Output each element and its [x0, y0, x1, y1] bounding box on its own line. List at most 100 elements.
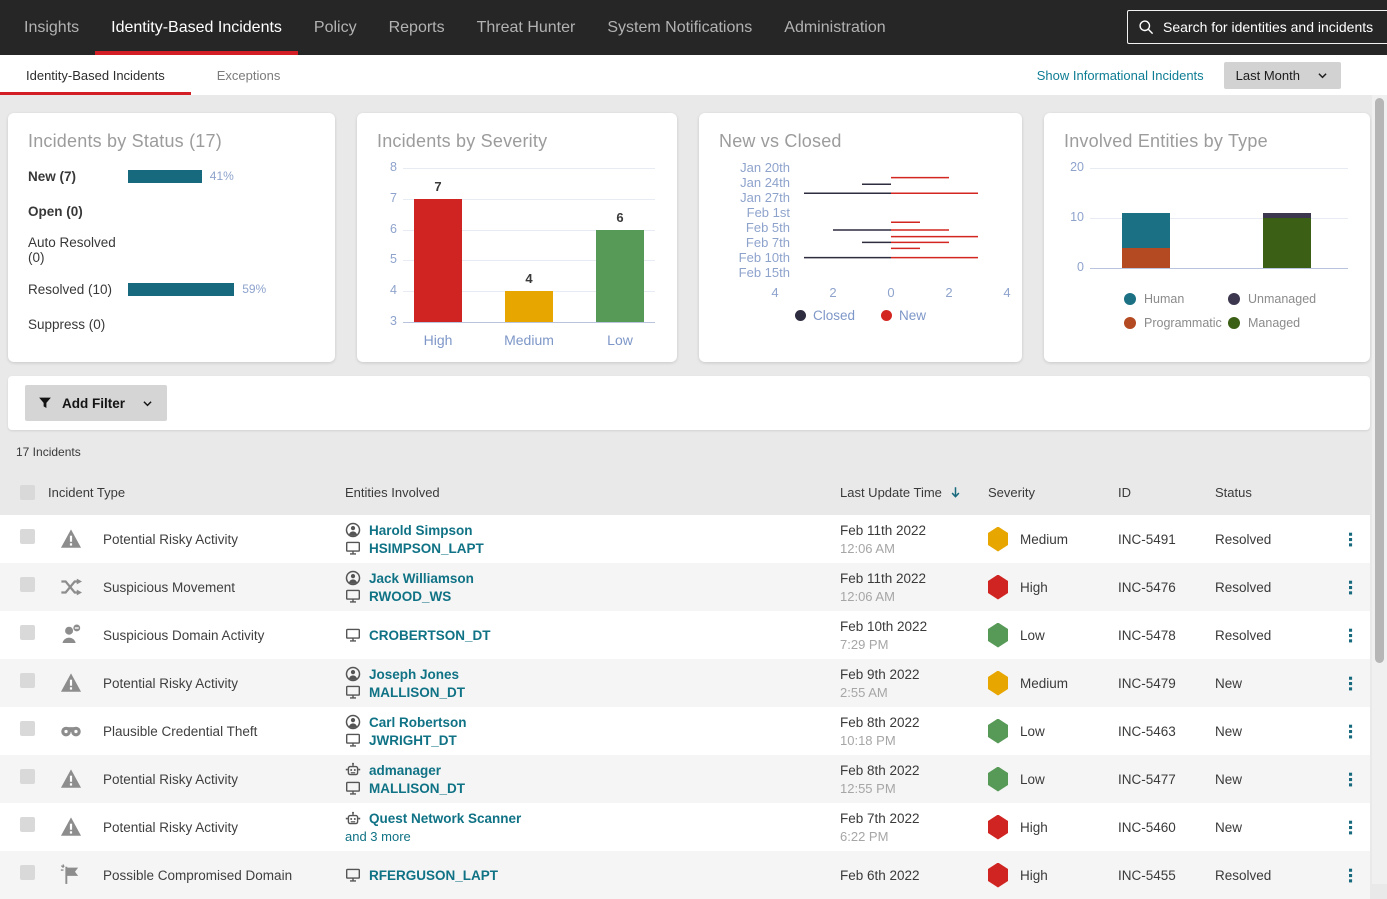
row-checkbox[interactable]	[20, 625, 35, 640]
entities-cell: Jack Williamson RWOOD_WS	[345, 570, 840, 604]
entity-link[interactable]: Quest Network Scanner	[369, 811, 521, 826]
row-menu-button[interactable]	[1330, 579, 1370, 596]
column-header-entities-involved[interactable]: Entities Involved	[345, 485, 840, 500]
entities-bar-segment-managed[interactable]	[1263, 218, 1311, 268]
add-filter-button[interactable]: Add Filter	[25, 385, 167, 421]
row-menu-button[interactable]	[1330, 723, 1370, 740]
last-update-cell: Feb 9th 20222:55 AM	[840, 667, 988, 700]
row-menu-button[interactable]	[1330, 531, 1370, 548]
entity-link[interactable]: CROBERTSON_DT	[369, 628, 491, 643]
time-range-dropdown[interactable]: Last Month	[1224, 62, 1341, 89]
entity-link[interactable]: RWOOD_WS	[369, 589, 451, 604]
subnav-actions: Show Informational Incidents Last Month	[1037, 55, 1387, 95]
status-bar	[128, 170, 202, 183]
severity-bar-low[interactable]	[596, 230, 644, 322]
scrollbar-thumb[interactable]	[1375, 98, 1384, 663]
global-search-input[interactable]: Search for identities and incidents	[1127, 10, 1387, 44]
severity-hexagon	[988, 671, 1008, 696]
update-time: 7:29 PM	[840, 637, 988, 652]
nav-item-identity-based-incidents[interactable]: Identity-Based Incidents	[95, 0, 298, 55]
severity-bar-high[interactable]	[414, 199, 462, 322]
legend-dot	[881, 310, 892, 321]
filter-panel: Add Filter	[8, 376, 1370, 430]
axis-tick-label: Feb 10th	[739, 250, 790, 265]
row-checkbox[interactable]	[20, 577, 35, 592]
table-row[interactable]: Potential Risky Activity Quest Network Sc…	[0, 803, 1370, 851]
card-incidents-by-status: Incidents by Status (17) New (7)41%Open …	[8, 113, 335, 362]
column-header-status[interactable]: Status	[1215, 485, 1330, 500]
entity-link[interactable]: MALLISON_DT	[369, 685, 465, 700]
column-header-severity[interactable]: Severity	[988, 485, 1118, 500]
card-incidents-by-severity: Incidents by Severity 8765437High4Medium…	[357, 113, 677, 362]
entity-link[interactable]: Carl Robertson	[369, 715, 467, 730]
tab-exceptions[interactable]: Exceptions	[191, 55, 307, 95]
entity-link[interactable]: Jack Williamson	[369, 571, 474, 586]
row-menu-button[interactable]	[1330, 627, 1370, 644]
row-checkbox[interactable]	[20, 769, 35, 784]
row-checkbox[interactable]	[20, 529, 35, 544]
y-axis-tick: 8	[377, 160, 397, 174]
update-date: Feb 11th 2022	[840, 571, 988, 586]
nav-item-reports[interactable]: Reports	[373, 0, 461, 55]
funnel-icon	[38, 396, 52, 410]
table-row[interactable]: Potential Risky ActivityHarold SimpsonHS…	[0, 515, 1370, 563]
row-checkbox[interactable]	[20, 673, 35, 688]
y-axis-tick: 0	[1064, 260, 1084, 274]
entities-bar-segment-programmatic[interactable]	[1122, 248, 1170, 268]
gridline	[1090, 168, 1348, 169]
entity-link[interactable]: admanager	[369, 763, 441, 778]
table-row[interactable]: Potential Risky ActivityadmanagerMALLISO…	[0, 755, 1370, 803]
column-header-id[interactable]: ID	[1118, 485, 1215, 500]
row-checkbox[interactable]	[20, 721, 35, 736]
row-menu-button[interactable]	[1330, 675, 1370, 692]
checkbox-cell	[0, 625, 48, 645]
more-entities-link[interactable]: and 3 more	[345, 829, 840, 844]
y-axis-tick: 5	[377, 252, 397, 266]
card-title: New vs Closed	[719, 131, 1002, 152]
select-all-checkbox[interactable]	[20, 485, 35, 500]
column-header-incident-type[interactable]: Incident Type	[48, 485, 345, 500]
row-menu-button[interactable]	[1330, 867, 1370, 884]
table-row[interactable]: Plausible Credential TheftCarl Robertson…	[0, 707, 1370, 755]
update-time: 10:18 PM	[840, 733, 988, 748]
nav-item-threat-hunter[interactable]: Threat Hunter	[461, 0, 592, 55]
row-menu-button[interactable]	[1330, 771, 1370, 788]
column-header-last-update-time[interactable]: Last Update Time	[840, 485, 988, 500]
entity-link[interactable]: JWRIGHT_DT	[369, 733, 457, 748]
row-checkbox[interactable]	[20, 865, 35, 880]
nav-item-policy[interactable]: Policy	[298, 0, 373, 55]
tab-identity-based-incidents[interactable]: Identity-Based Incidents	[0, 55, 191, 95]
show-informational-incidents-link[interactable]: Show Informational Incidents	[1037, 68, 1204, 83]
table-row[interactable]: Potential Risky ActivityJoseph JonesMALL…	[0, 659, 1370, 707]
severity-label: High	[1020, 868, 1048, 883]
incident-type-cell: Potential Risky Activity	[48, 816, 345, 838]
severity-cell: Low	[988, 767, 1118, 792]
nav-item-system-notifications[interactable]: System Notifications	[591, 0, 768, 55]
search-icon	[1138, 19, 1154, 35]
last-update-cell: Feb 11th 202212:06 AM	[840, 571, 988, 604]
entity-link[interactable]: Joseph Jones	[369, 667, 459, 682]
entities-bar-segment-unmanaged[interactable]	[1263, 213, 1311, 218]
entity-link[interactable]: HSIMPSON_LAPT	[369, 541, 484, 556]
row-menu-button[interactable]	[1330, 819, 1370, 836]
status-chart: New (7)41%Open (0)Auto Resolved (0)Resol…	[28, 165, 315, 335]
nav-item-insights[interactable]: Insights	[8, 0, 95, 55]
axis-tick-label: Feb 5th	[746, 220, 790, 235]
severity-bar-medium[interactable]	[505, 291, 553, 322]
x-axis-label: Low	[580, 332, 660, 348]
entities-bar-segment-human[interactable]	[1122, 213, 1170, 248]
status-bar-value: 41%	[210, 169, 234, 183]
table-row[interactable]: Possible Compromised DomainRFERGUSON_LAP…	[0, 851, 1370, 899]
table-row[interactable]: Suspicious Domain ActivityCROBERTSON_DTF…	[0, 611, 1370, 659]
vertical-scrollbar[interactable]	[1372, 95, 1387, 884]
legend-dot	[1228, 317, 1240, 329]
entity-link[interactable]: Harold Simpson	[369, 523, 473, 538]
table-row[interactable]: Suspicious MovementJack WilliamsonRWOOD_…	[0, 563, 1370, 611]
status-row-open-0: Open (0)	[28, 200, 315, 222]
column-label: Entities Involved	[345, 485, 440, 500]
nav-item-administration[interactable]: Administration	[768, 0, 901, 55]
entity-link[interactable]: MALLISON_DT	[369, 781, 465, 796]
row-checkbox[interactable]	[20, 817, 35, 832]
incident-type-label: Potential Risky Activity	[103, 820, 238, 835]
entity-link[interactable]: RFERGUSON_LAPT	[369, 868, 498, 883]
